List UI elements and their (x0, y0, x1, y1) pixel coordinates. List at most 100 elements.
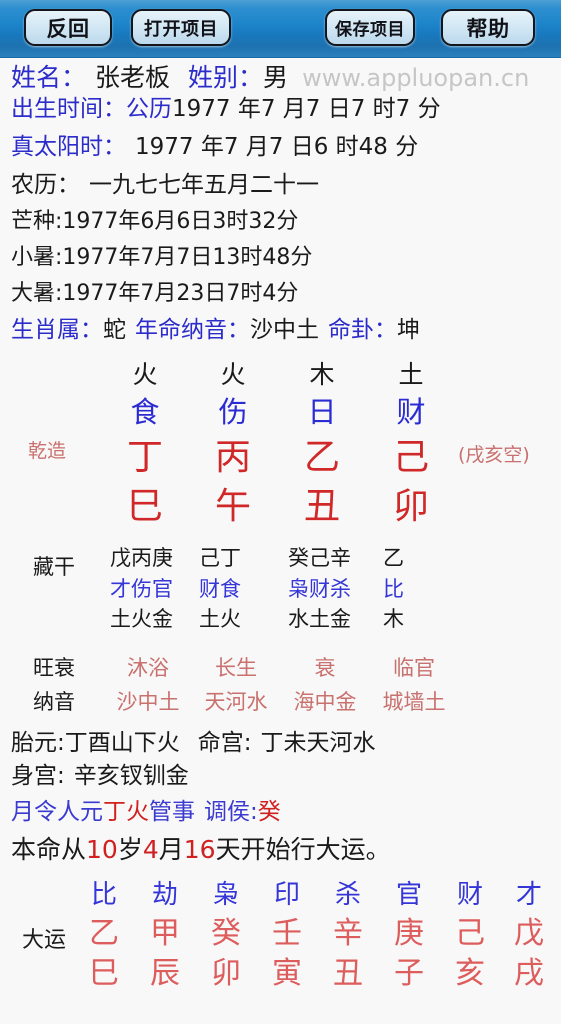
minggong-value: 丁未天河水 (260, 730, 376, 756)
pillar-ten-god: 伤 (218, 395, 248, 429)
taiyuan-label: 胎元: (11, 730, 65, 756)
dayun-earthly-branch: 亥 (455, 956, 485, 991)
solar-term-dashu-row: 大暑:1977年7月23日7时4分 (0, 282, 561, 318)
help-button[interactable]: 帮助 (441, 9, 535, 46)
pillar-column-month[interactable]: 火 伤 丙 午 (196, 358, 270, 531)
solar-term-xiaoshu: 小暑:1977年7月7日13时48分 (11, 245, 313, 270)
tiaohou-label: 调侯: (204, 799, 258, 825)
back-button[interactable]: 反回 (24, 9, 112, 46)
hidden-stems-column-day: 癸己辛 枭财杀 水土金 (288, 543, 398, 634)
hidden-stems-chars: 癸己辛 (288, 546, 351, 570)
dayun-ten-god: 劫 (151, 880, 178, 910)
hidden-stems-ten-gods: 枭财杀 (288, 577, 351, 601)
nayin-value: 城墙土 (382, 690, 446, 714)
four-pillars-chart: 乾造 火 食 丁 巳 火 伤 丙 午 木 日 乙 丑 土 财 己 卯 (戌亥空) (0, 358, 561, 543)
dayun-earthly-branch: 子 (394, 956, 424, 991)
dayun-ten-god: 枭 (212, 880, 239, 910)
dayun-earthly-branch: 戌 (514, 956, 544, 991)
solar-term-mangzhong: 芒种:1977年6月6日3时32分 (11, 209, 299, 234)
dayun-ten-god: 印 (273, 880, 300, 910)
help-button-label: 帮助 (466, 16, 510, 41)
lunar-date-value: 一九七七年五月二十一 (89, 172, 319, 198)
hidden-stems-table: 藏干 戊丙庚 才伤官 土火金 己丁 财食 土火 癸己辛 枭财杀 水土金 乙 比 … (0, 543, 561, 648)
dayun-heavenly-stem: 乙 (89, 916, 119, 951)
lunar-date-label: 农历： (11, 172, 80, 198)
save-project-button-label: 保存项目 (335, 20, 405, 40)
name-row: 姓名： 张老板 姓别：男 www.appluopan.cn (0, 58, 561, 96)
yueling-tiaohou-row: 月令人元丁火管事 调侯:癸 (0, 800, 561, 836)
open-project-button[interactable]: 打开项目 (131, 9, 231, 46)
strength-value: 临官 (393, 656, 435, 680)
dayun-start-years-unit: 岁 (117, 835, 143, 864)
zodiac-row: 生肖属：蛇 年命纳音：沙中土 命卦：坤 (0, 318, 561, 354)
gender-value: 男 (263, 63, 289, 92)
nayin-value: 沙中土 (116, 690, 180, 714)
solar-term-dashu: 大暑:1977年7月23日7时4分 (11, 281, 299, 306)
dayun-start-row: 本命从10岁4月16天开始行大运。 (0, 836, 561, 876)
dayun-ten-god: 财 (456, 880, 483, 910)
dayun-start-months: 4 (142, 835, 159, 864)
hidden-stems-column-hour: 乙 比 木 (383, 543, 493, 634)
solar-term-mangzhong-row: 芒种:1977年6月6日3时32分 (0, 210, 561, 246)
pillar-heavenly-stem: 己 (392, 437, 429, 478)
chart-content: 姓名： 张老板 姓别：男 www.appluopan.cn 出生时间：公历1977 年… (0, 58, 561, 994)
pillar-column-year[interactable]: 火 食 丁 巳 (108, 358, 182, 531)
dayun-earthly-branch: 巳 (89, 956, 119, 991)
birth-time-row: 出生时间：公历1977 年7 月7 日7 时7 分 (0, 96, 561, 134)
dayun-heavenly-stem: 辛 (333, 916, 363, 951)
dayun-earthly-branch: 丑 (333, 956, 363, 991)
year-nayin-value: 沙中土 (250, 317, 319, 343)
dayun-heavenly-stem: 甲 (150, 916, 180, 951)
name-value: 张老板 (95, 63, 171, 92)
watermark-text: www.appluopan.cn (302, 64, 530, 92)
dayun-column[interactable]: 才 戊 戌 (503, 876, 555, 994)
dayun-column[interactable]: 官 庚 子 (383, 876, 435, 994)
open-project-button-label: 打开项目 (144, 18, 218, 40)
pillar-element: 火 (132, 360, 158, 389)
taiyuan-minggong-row: 胎元:丁酉山下火 命宫: 丁未天河水 (0, 728, 561, 764)
dayun-heavenly-stem: 庚 (394, 916, 424, 951)
dayun-ten-god: 官 (395, 880, 422, 910)
minggong-label: 命宫: (197, 730, 252, 756)
yueling-ruling-stem: 丁火 (103, 799, 149, 825)
birth-time-value: 1977 年7 月7 日7 时7 分 (172, 96, 441, 122)
name-label: 姓名： (11, 63, 87, 92)
hidden-stems-elements: 木 (383, 607, 404, 631)
true-solar-time-label: 真太阳时： (11, 134, 126, 160)
hidden-stems-label: 藏干 (33, 555, 75, 579)
dayun-ten-god: 才 (515, 880, 542, 910)
nayin-value: 天河水 (204, 690, 268, 714)
strength-value: 长生 (215, 656, 257, 680)
dayun-start-days: 16 (183, 835, 216, 864)
nayin-label: 纳音 (33, 690, 75, 714)
dayun-column[interactable]: 比 乙 巳 (78, 876, 130, 994)
pillar-earthly-branch: 午 (214, 486, 251, 527)
pillar-ten-god: 日 (307, 395, 337, 429)
true-solar-time-row: 真太阳时： 1977 年7 月7 日6 时48 分 (0, 134, 561, 172)
strength-value: 衰 (314, 656, 336, 680)
dayun-heavenly-stem: 戊 (514, 916, 544, 951)
birth-calendar-type: 公历 (126, 96, 172, 122)
dayun-column[interactable]: 杀 辛 丑 (322, 876, 374, 994)
save-project-button[interactable]: 保存项目 (325, 9, 415, 46)
dayun-start-prefix: 本命从 (11, 835, 87, 864)
dayun-earthly-branch: 卯 (211, 956, 241, 991)
hidden-stems-elements: 水土金 (288, 607, 351, 631)
pillar-column-hour[interactable]: 土 财 己 卯 (374, 358, 448, 531)
dayun-column[interactable]: 印 壬 寅 (261, 876, 313, 994)
true-solar-time-value: 1977 年7 月7 日6 时48 分 (135, 134, 419, 160)
shengong-value: 辛亥钗钏金 (73, 763, 189, 789)
pillar-column-day[interactable]: 木 日 乙 丑 (285, 358, 359, 531)
dayun-heavenly-stem: 壬 (272, 916, 302, 951)
dayun-column[interactable]: 财 己 亥 (444, 876, 496, 994)
dayun-column[interactable]: 枭 癸 卯 (200, 876, 252, 994)
yueling-prefix: 月令人元 (11, 799, 103, 825)
dayun-column[interactable]: 劫 甲 辰 (139, 876, 191, 994)
minggua-label: 命卦： (328, 317, 397, 343)
minggua-value: 坤 (397, 317, 420, 343)
pillar-element: 土 (398, 360, 424, 389)
dayun-earthly-branch: 寅 (272, 956, 302, 991)
back-button-label: 反回 (46, 16, 90, 41)
dayun-start-years: 10 (86, 835, 118, 864)
dayun-label: 大运 (22, 928, 67, 953)
